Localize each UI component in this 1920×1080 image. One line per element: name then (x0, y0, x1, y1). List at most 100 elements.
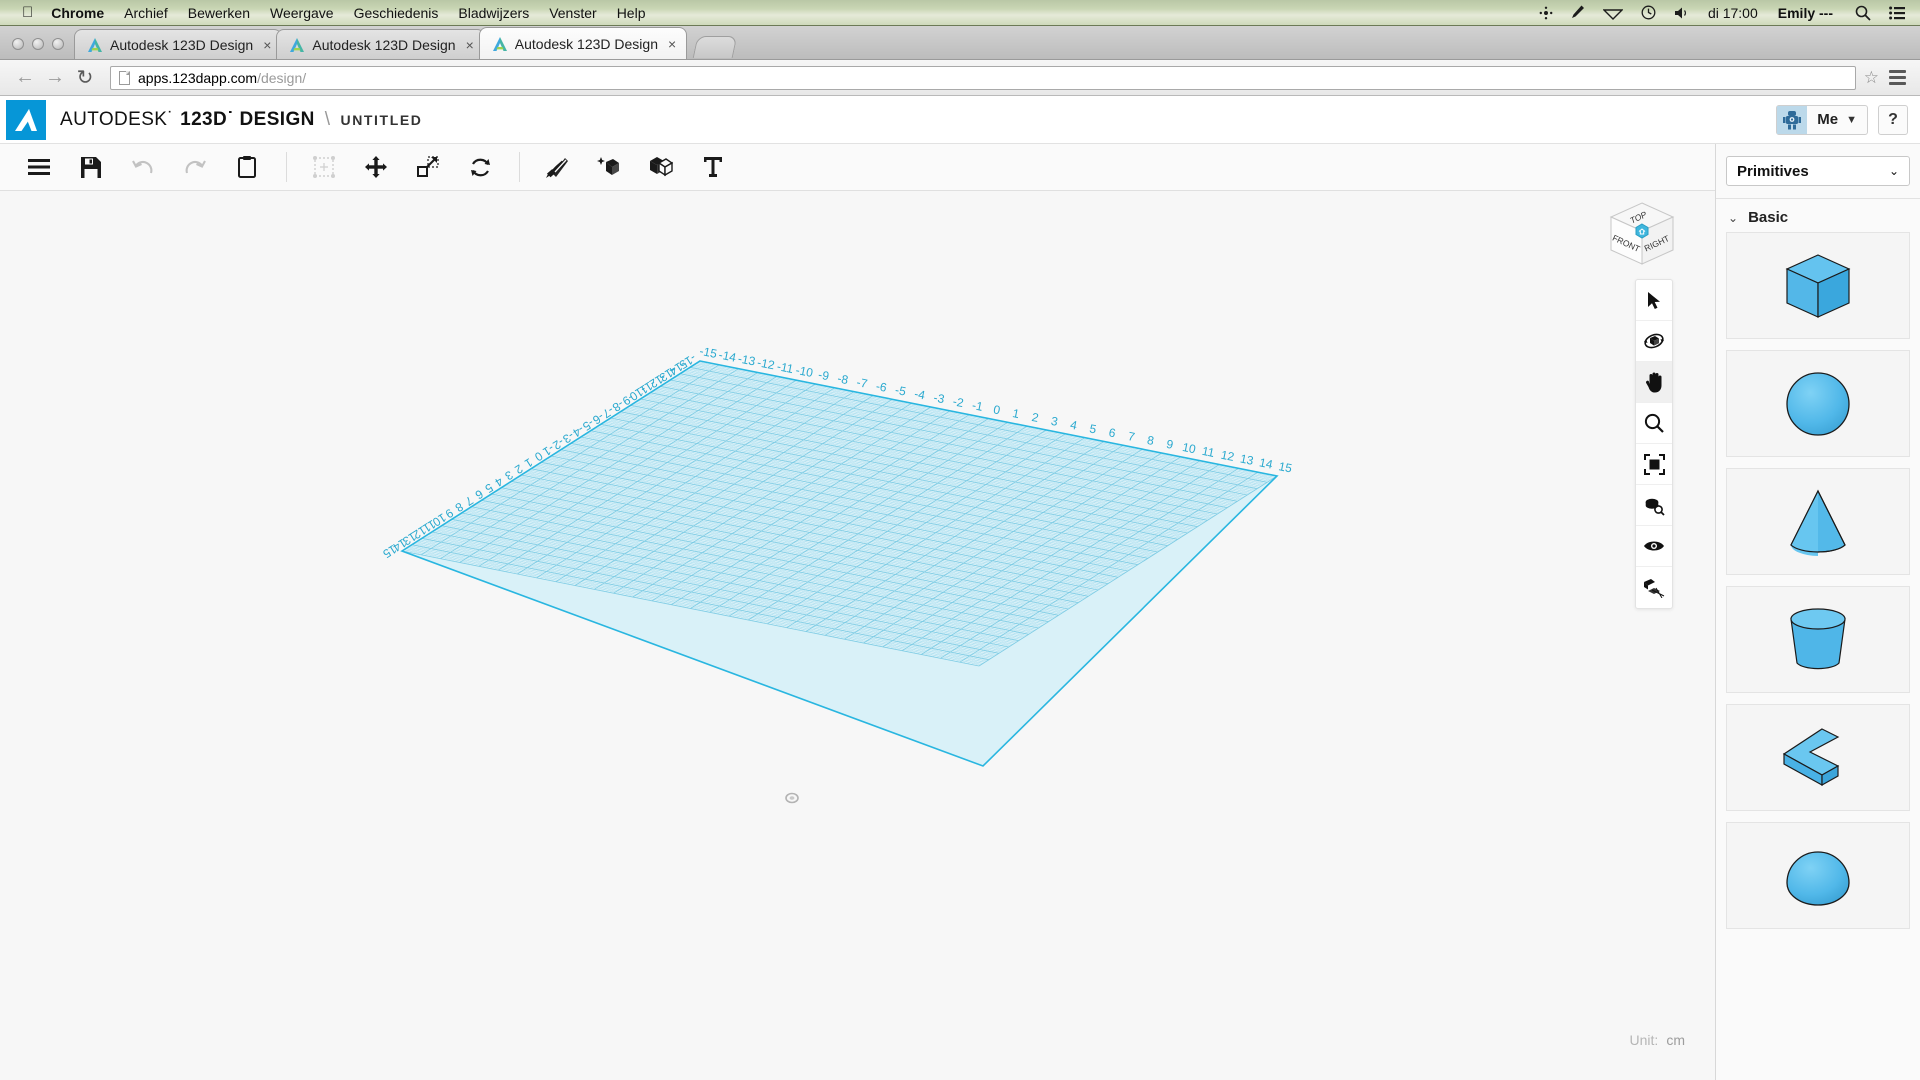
grid-tick-label: -11 (776, 359, 795, 376)
grid-tick-label: 3 (1050, 414, 1060, 429)
text-button[interactable] (692, 148, 734, 186)
tab-close-icon[interactable]: × (466, 38, 474, 52)
close-button[interactable] (12, 38, 24, 50)
autodesk-favicon (88, 37, 102, 52)
menu-item-help[interactable]: Help (617, 5, 646, 21)
section-label: Basic (1748, 209, 1789, 226)
grid-tick-label: -6 (875, 379, 889, 395)
minimize-button[interactable] (32, 38, 44, 50)
grid-tick-label: 10 (1181, 440, 1197, 456)
browser-tab-active[interactable]: Autodesk 123D Design × (478, 27, 688, 59)
volume-icon[interactable] (1674, 6, 1690, 20)
combine-button[interactable] (640, 148, 682, 186)
cone-primitive[interactable] (1726, 468, 1910, 575)
grid-tick-label: -12 (756, 355, 776, 372)
grid-tick-label: 1 (522, 455, 535, 471)
navigation-palette (1635, 279, 1673, 609)
tab-title: Autodesk 123D Design (312, 36, 456, 53)
tab-title: Autodesk 123D Design (110, 36, 254, 53)
forward-button[interactable]: → (40, 65, 70, 91)
browser-toolbar: ← → ↻ apps.123dapp.com /design/ ☆ (0, 60, 1920, 96)
sketch-button[interactable] (536, 148, 578, 186)
section-basic-header[interactable]: ⌄ Basic (1716, 199, 1920, 232)
wifi-icon[interactable] (1602, 6, 1623, 20)
grid-tick-label: 8 (1146, 433, 1156, 448)
header-actions: Me ▼ ? (1776, 104, 1920, 135)
tab-close-icon[interactable]: × (668, 37, 676, 51)
help-button[interactable]: ? (1878, 104, 1908, 135)
scale-button[interactable] (407, 148, 449, 186)
zoom-button[interactable] (52, 38, 64, 50)
grid-workplane[interactable]: -15-14-13-12-11-10-9-8-7-6-5-4-3-2-10123… (0, 191, 1715, 1080)
reload-button[interactable]: ↻ (70, 65, 100, 91)
account-button[interactable]: Me ▼ (1776, 104, 1868, 135)
3d-viewport[interactable]: -15 -14 -13 -12 -11 -10 -9 -8 -7 -6 -5 -4 -3 -2 -1 0 1 2 3… (0, 191, 1715, 1080)
clock-icon[interactable] (1641, 5, 1656, 20)
sphere-primitive[interactable] (1726, 350, 1910, 457)
dome-shape (1786, 850, 1850, 906)
browser-tab[interactable]: Autodesk 123D Design × (276, 29, 485, 59)
menu-item-venster[interactable]: Venster (549, 5, 596, 21)
save-button[interactable] (70, 148, 112, 186)
grid-tick-label: -1 (971, 398, 985, 414)
grid-tick-label: -9 (817, 367, 831, 383)
menu-bar-user[interactable]: Emily --- (1778, 5, 1833, 21)
autodesk-logo (6, 99, 46, 140)
menu-item-chrome[interactable]: Chrome (51, 5, 104, 21)
bluetooth-icon[interactable] (1539, 6, 1553, 20)
pan-tool[interactable] (1636, 362, 1672, 403)
browser-tab[interactable]: Autodesk 123D Design × (74, 29, 283, 59)
back-button[interactable]: ← (10, 65, 40, 91)
paste-button[interactable] (226, 148, 268, 186)
menu-item-bewerken[interactable]: Bewerken (188, 5, 250, 21)
snap-tool[interactable] (1636, 567, 1672, 608)
main-menu-button[interactable] (18, 148, 60, 186)
cone-shape (1790, 489, 1846, 556)
bookmark-star-icon[interactable]: ☆ (1864, 68, 1879, 88)
tab-title: Autodesk 123D Design (514, 35, 658, 52)
autodesk-favicon (290, 37, 305, 52)
pen-icon[interactable] (1571, 5, 1585, 21)
menu-item-weergave[interactable]: Weergave (270, 5, 334, 21)
address-bar[interactable]: apps.123dapp.com /design/ (110, 65, 1856, 90)
orbit-tool[interactable] (1636, 321, 1672, 362)
url-path: /design/ (257, 69, 307, 86)
chrome-menu-icon[interactable] (1889, 70, 1906, 85)
grid-tick-label: -5 (894, 383, 908, 399)
primitives-button[interactable] (588, 148, 630, 186)
select-tool[interactable] (1636, 280, 1672, 321)
grid-tick-label: 9 (1165, 437, 1175, 452)
app-title: AUTODESK˙ 123D˙ DESIGN \ UNTITLED (60, 109, 423, 131)
primitives-panel: Primitives ⌄ ⌄ Basic (1715, 144, 1920, 1080)
cylinder-primitive[interactable] (1726, 586, 1910, 693)
document-title: UNTITLED (340, 111, 423, 128)
grid-tick-label: -14 (718, 348, 738, 365)
move-button[interactable] (355, 148, 397, 186)
tab-close-icon[interactable]: × (263, 38, 271, 52)
view-cube[interactable]: TOP FRONT RIGHT (1603, 198, 1681, 276)
torus-primitive[interactable] (1726, 822, 1910, 929)
box-primitive[interactable] (1726, 232, 1910, 339)
home-hexagon-icon (1635, 223, 1649, 239)
menu-item-bladwijzers[interactable]: Bladwijzers (458, 5, 529, 21)
visibility-tool[interactable] (1636, 526, 1672, 567)
rotate-button[interactable] (459, 148, 501, 186)
url-host: apps.123dapp.com (138, 69, 258, 86)
fit-tool[interactable] (1636, 444, 1672, 485)
menu-item-archief[interactable]: Archief (124, 5, 168, 21)
menu-item-geschiedenis[interactable]: Geschiedenis (354, 5, 439, 21)
zoom-object-tool[interactable] (1636, 485, 1672, 526)
grid-tick-label: 5 (1088, 421, 1098, 436)
menu-bar-clock[interactable]: di 17:00 (1708, 5, 1758, 21)
origin-marker (785, 792, 799, 804)
grid-tick-label: -2 (952, 394, 966, 410)
page-info-icon[interactable] (119, 70, 130, 85)
zoom-tool[interactable] (1636, 403, 1672, 444)
notification-center-icon[interactable] (1889, 6, 1906, 20)
new-tab-button[interactable] (692, 36, 738, 58)
category-dropdown[interactable]: Primitives ⌄ (1726, 156, 1910, 186)
spotlight-search-icon[interactable] (1855, 5, 1871, 21)
brand-autodesk: AUTODESK˙ (60, 108, 175, 130)
wedge-primitive[interactable] (1726, 704, 1910, 811)
apple-icon[interactable]:  (22, 5, 33, 20)
